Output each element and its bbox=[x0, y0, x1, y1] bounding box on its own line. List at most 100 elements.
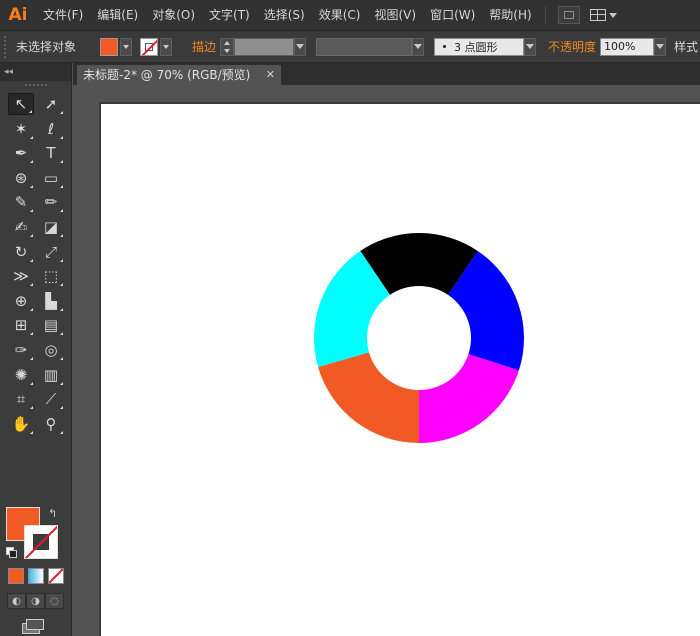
color-mode-row bbox=[8, 568, 64, 584]
fill-swatch[interactable] bbox=[100, 37, 119, 56]
app-logo: Ai bbox=[8, 5, 28, 25]
donut-segment[interactable] bbox=[318, 352, 419, 443]
menu-type[interactable]: 文字(T) bbox=[202, 0, 257, 31]
zoom-tool-icon[interactable]: ⚲ bbox=[38, 413, 64, 435]
document-tab[interactable]: 未标题-2* @ 70% (RGB/预览) ✕ bbox=[77, 65, 281, 85]
fill-color-control[interactable] bbox=[100, 37, 133, 56]
screen-mode-button[interactable] bbox=[22, 619, 46, 635]
chevron-down-icon bbox=[163, 44, 170, 49]
scale-tool-icon[interactable]: ⤢ bbox=[38, 241, 64, 263]
hand-tool-icon[interactable]: ✋ bbox=[8, 413, 34, 435]
rotate-tool-icon[interactable]: ↻ bbox=[8, 241, 34, 263]
pen-tool-icon[interactable]: ✒ bbox=[8, 142, 34, 164]
arrange-documents-icon bbox=[589, 9, 606, 21]
bridge-button[interactable] bbox=[557, 6, 580, 24]
stroke-weight-field[interactable] bbox=[234, 37, 295, 56]
menu-select[interactable]: 选择(S) bbox=[257, 0, 312, 31]
menu-effect[interactable]: 效果(C) bbox=[312, 0, 368, 31]
variable-width-profile[interactable] bbox=[316, 37, 413, 56]
brush-definition-field[interactable]: 3 点圆形 bbox=[434, 37, 525, 56]
column-graph-tool-icon[interactable]: ▥ bbox=[38, 364, 64, 386]
stroke-label-link[interactable]: 描边 bbox=[192, 38, 216, 55]
color-mode-button[interactable] bbox=[8, 568, 24, 584]
illustrator-window: Ai 文件(F) 编辑(E) 对象(O) 文字(T) 选择(S) 效果(C) 视… bbox=[0, 0, 700, 636]
magic-wand-tool-icon[interactable]: ✶ bbox=[8, 118, 34, 140]
menu-object[interactable]: 对象(O) bbox=[145, 0, 202, 31]
mesh-tool-icon[interactable]: ⊞ bbox=[8, 314, 34, 336]
swap-fill-stroke-icon[interactable]: ↰ bbox=[48, 507, 57, 520]
eyedropper-tool-icon[interactable]: ✑ bbox=[8, 339, 34, 361]
fill-dropdown[interactable] bbox=[120, 37, 133, 56]
menu-file[interactable]: 文件(F) bbox=[36, 0, 90, 31]
brush-definition-dropdown[interactable] bbox=[524, 37, 537, 56]
stroke-dropdown[interactable] bbox=[160, 37, 173, 56]
width-tool-icon[interactable]: ≫ bbox=[8, 265, 34, 287]
blob-brush-tool-icon[interactable]: ✍ bbox=[8, 216, 34, 238]
brush-dot-icon bbox=[443, 45, 447, 48]
selection-status: 未选择对象 bbox=[16, 40, 77, 54]
lasso-tool-icon[interactable]: ℓ bbox=[38, 118, 64, 140]
chevron-down-icon bbox=[608, 12, 617, 18]
slice-tool-icon[interactable]: ⟋ bbox=[38, 388, 64, 410]
draw-normal-button[interactable]: ◐ bbox=[7, 593, 26, 609]
menu-bar: Ai 文件(F) 编辑(E) 对象(O) 文字(T) 选择(S) 效果(C) 视… bbox=[0, 0, 700, 31]
arrange-documents-button[interactable] bbox=[589, 6, 626, 24]
chevron-down-icon bbox=[414, 44, 423, 49]
close-icon[interactable]: ✕ bbox=[266, 65, 275, 85]
bridge-icon bbox=[563, 11, 574, 19]
menu-help[interactable]: 帮助(H) bbox=[482, 0, 538, 31]
stroke-color-box[interactable] bbox=[24, 525, 58, 559]
blend-tool-icon[interactable]: ◎ bbox=[38, 339, 64, 361]
stroke-weight-dropdown[interactable] bbox=[294, 37, 307, 56]
menu-edit[interactable]: 编辑(E) bbox=[90, 0, 145, 31]
paintbrush-tool-icon[interactable]: ✎ bbox=[8, 191, 34, 213]
panel-grip[interactable] bbox=[24, 84, 47, 90]
gradient-mode-button[interactable] bbox=[28, 568, 44, 584]
document-tab-title: 未标题-2* @ 70% (RGB/预览) bbox=[83, 68, 251, 82]
chevron-down-icon bbox=[296, 44, 305, 49]
control-bar: 未选择对象 描边 3 点圆形 不透明度 100% 样式 bbox=[0, 31, 700, 63]
artboard-tool-icon[interactable]: ⌗ bbox=[8, 388, 34, 410]
step-up-icon bbox=[224, 40, 231, 45]
stroke-inner-icon bbox=[145, 42, 154, 51]
gradient-tool-icon[interactable]: ▤ bbox=[38, 314, 64, 336]
symbol-sprayer-tool-icon[interactable]: ✺ bbox=[8, 364, 34, 386]
selection-tool-icon[interactable]: ↖ bbox=[8, 93, 34, 115]
donut-segment[interactable] bbox=[419, 354, 519, 443]
menu-window[interactable]: 窗口(W) bbox=[423, 0, 482, 31]
direct-selection-tool-icon[interactable]: ➚ bbox=[38, 93, 64, 115]
pencil-tool-icon[interactable]: ✏ bbox=[38, 191, 64, 213]
chevron-down-icon bbox=[656, 44, 665, 49]
eraser-tool-icon[interactable]: ◪ bbox=[38, 216, 64, 238]
opacity-label-link[interactable]: 不透明度 bbox=[548, 38, 596, 55]
type-tool-icon[interactable]: T bbox=[38, 142, 64, 164]
rectangle-tool-icon[interactable]: ▭ bbox=[38, 167, 64, 189]
menu-view[interactable]: 视图(V) bbox=[367, 0, 423, 31]
opacity-dropdown[interactable] bbox=[654, 37, 667, 56]
document-tab-strip: 未标题-2* @ 70% (RGB/预览) ✕ bbox=[73, 63, 700, 85]
stroke-weight-stepper[interactable] bbox=[220, 37, 235, 56]
none-mode-button[interactable] bbox=[48, 568, 64, 584]
donut-ring-artwork[interactable] bbox=[310, 229, 528, 447]
stroke-hole bbox=[33, 534, 49, 550]
menu-separator bbox=[544, 6, 546, 24]
draw-mode-row: ◐ ◑ ◌ bbox=[7, 593, 64, 609]
variable-width-dropdown[interactable] bbox=[412, 37, 425, 56]
default-fill-stroke-icon[interactable] bbox=[6, 547, 18, 559]
opacity-field[interactable]: 100% bbox=[600, 37, 655, 56]
stroke-color-control[interactable] bbox=[140, 37, 173, 56]
free-transform-tool-icon[interactable]: ⬚ bbox=[38, 265, 64, 287]
draw-inside-button[interactable]: ◌ bbox=[45, 593, 64, 609]
spiral-tool-icon[interactable]: ⊛ bbox=[8, 167, 34, 189]
panel-grip[interactable] bbox=[4, 35, 10, 58]
tools-panel-header[interactable]: ◂◂ bbox=[0, 63, 71, 81]
draw-behind-button[interactable]: ◑ bbox=[26, 593, 45, 609]
chevron-down-icon bbox=[123, 44, 130, 49]
collapse-panel-icon[interactable]: ◂◂ bbox=[4, 67, 13, 77]
step-down-icon bbox=[224, 48, 231, 53]
shape-builder-tool-icon[interactable]: ⊕ bbox=[8, 290, 34, 312]
stroke-swatch[interactable] bbox=[140, 37, 159, 56]
perspective-grid-tool-icon[interactable]: ▙ bbox=[38, 290, 64, 312]
style-label: 样式 bbox=[674, 40, 699, 54]
chevron-down-icon bbox=[526, 44, 535, 49]
